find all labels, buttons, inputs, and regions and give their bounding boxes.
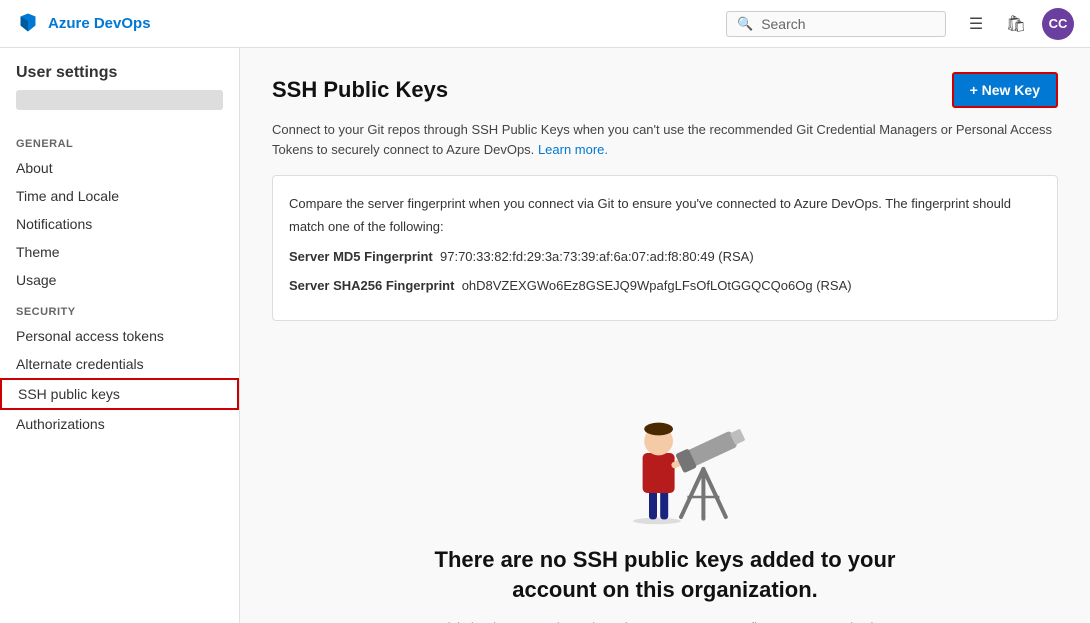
empty-state-description: Visit the documentation to learn how to … <box>425 618 905 623</box>
sidebar-item-authorizations[interactable]: Authorizations <box>0 410 239 438</box>
sidebar-item-theme[interactable]: Theme <box>0 238 239 266</box>
topnav-icons: ☰ 🛍 CC <box>958 6 1074 42</box>
search-bar[interactable]: 🔍 Search <box>726 11 946 37</box>
search-placeholder-text: Search <box>761 16 805 32</box>
app-name: Azure DevOps <box>48 15 151 32</box>
app-logo[interactable]: Azure DevOps <box>16 12 151 36</box>
sidebar-user-placeholder <box>16 90 223 110</box>
sidebar-title: User settings <box>0 64 239 90</box>
fingerprint-md5: Server MD5 Fingerprint 97:70:33:82:fd:29… <box>289 245 1041 268</box>
sidebar-section-security: Security <box>0 294 239 322</box>
search-icon: 🔍 <box>737 16 753 32</box>
logo-icon <box>16 12 40 36</box>
fingerprint-intro: Compare the server fingerprint when you … <box>289 192 1041 239</box>
telescope-illustration <box>585 365 745 525</box>
page-title: SSH Public Keys <box>272 77 448 103</box>
empty-state-title: There are no SSH public keys added to yo… <box>425 545 905 607</box>
avatar[interactable]: CC <box>1042 8 1074 40</box>
sidebar: User settings General About Time and Loc… <box>0 48 240 623</box>
description-text: Connect to your Git repos through SSH Pu… <box>272 120 1058 159</box>
sidebar-item-alt-creds[interactable]: Alternate credentials <box>0 350 239 378</box>
main-layout: User settings General About Time and Loc… <box>0 48 1090 623</box>
fingerprint-box: Compare the server fingerprint when you … <box>272 175 1058 321</box>
empty-state: There are no SSH public keys added to yo… <box>272 341 1058 623</box>
learn-more-link[interactable]: Learn more. <box>538 142 608 157</box>
sidebar-item-ssh[interactable]: SSH public keys <box>0 378 239 410</box>
topnav: Azure DevOps 🔍 Search ☰ 🛍 CC <box>0 0 1090 48</box>
sidebar-item-usage[interactable]: Usage <box>0 266 239 294</box>
content-header: SSH Public Keys + New Key <box>272 72 1058 108</box>
sidebar-item-pat[interactable]: Personal access tokens <box>0 322 239 350</box>
sidebar-section-general: General <box>0 126 239 154</box>
sidebar-item-about[interactable]: About <box>0 154 239 182</box>
content-area: SSH Public Keys + New Key Connect to you… <box>240 48 1090 623</box>
new-key-button[interactable]: + New Key <box>952 72 1058 108</box>
settings-menu-icon[interactable]: ☰ <box>958 6 994 42</box>
fingerprint-sha256: Server SHA256 Fingerprint ohD8VZEXGWo6Ez… <box>289 274 1041 297</box>
sidebar-item-notifications[interactable]: Notifications <box>0 210 239 238</box>
sidebar-item-time-locale[interactable]: Time and Locale <box>0 182 239 210</box>
notifications-bell-icon[interactable]: 🛍 <box>998 6 1034 42</box>
